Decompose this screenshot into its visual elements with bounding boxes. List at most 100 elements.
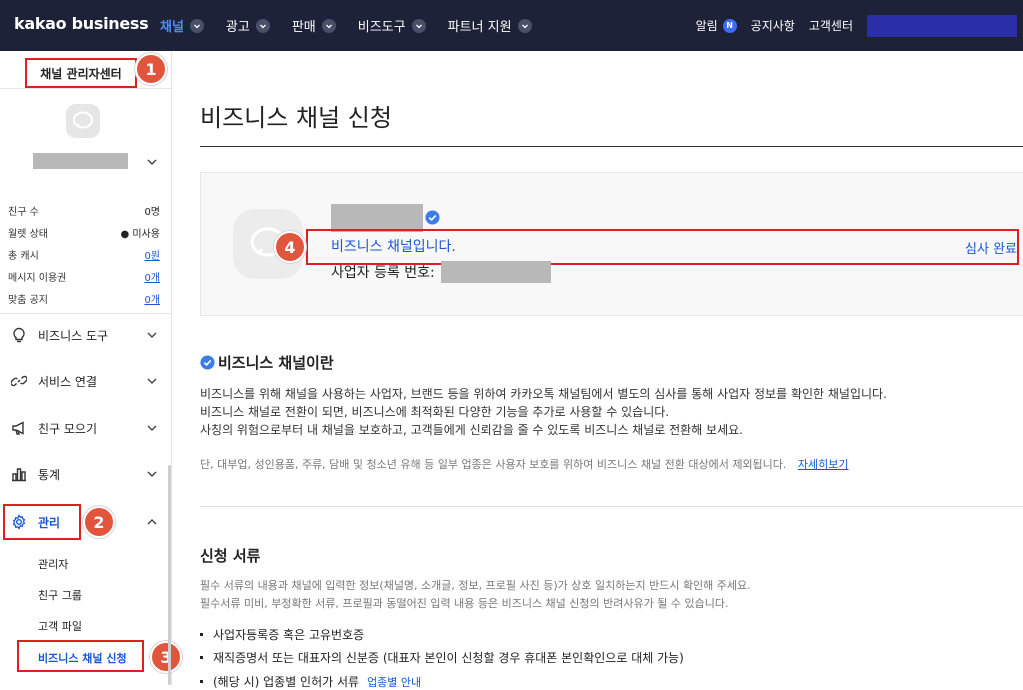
- nav-ads[interactable]: 광고: [226, 16, 270, 35]
- stat-value-link[interactable]: 0개: [144, 291, 160, 306]
- docs-section-title: 신청 서류: [200, 547, 261, 565]
- top-right-links: 알림 N 공지사항 고객센터: [696, 0, 1023, 51]
- section-divider: [200, 506, 1023, 507]
- chevron-down-icon: [321, 18, 336, 33]
- alerts-label: 알림: [695, 19, 718, 33]
- divider: [0, 88, 172, 89]
- stat-wallet: 월렛 상태 ● 미사용: [8, 225, 160, 240]
- stat-value-link[interactable]: 0원: [144, 247, 160, 262]
- chevron-down-icon: [189, 18, 204, 33]
- notice-link[interactable]: 공지사항: [751, 17, 795, 34]
- stat-message-vouchers: 메시지 이용권 0개: [8, 269, 160, 284]
- nav-biz-tools[interactable]: 비즈도구: [358, 16, 426, 35]
- doc-item: 재직증명서 또는 대표자의 신분증 (대표자 본인이 신청할 경우 휴대폰 본인…: [200, 649, 684, 666]
- menu-label: 비즈니스 도구: [38, 328, 109, 343]
- sidebar-scrollbar[interactable]: [168, 465, 171, 685]
- doc-item-text: 사업자등록증 혹은 고유번호증: [213, 628, 365, 642]
- submenu-customer-files[interactable]: 고객 파일: [38, 618, 82, 634]
- channel-name-redacted: [33, 153, 128, 169]
- stat-custom-notice: 맞춤 공지 0개: [8, 291, 160, 306]
- sidebar-title[interactable]: 채널 관리자센터: [25, 58, 137, 88]
- more-details-link[interactable]: 자세히보기: [798, 458, 849, 471]
- stat-value: ● 미사용: [120, 229, 160, 240]
- bullet-dot: [200, 680, 203, 683]
- callout-badge-4: 4: [274, 231, 306, 263]
- menu-service-connect[interactable]: 서비스 연결: [10, 369, 162, 393]
- divider: [0, 313, 172, 314]
- channel-name-redacted: [331, 204, 423, 232]
- verified-badge-icon: [425, 210, 440, 225]
- kakao-business-logo[interactable]: kakao business: [14, 14, 149, 33]
- doc-item: 사업자등록증 혹은 고유번호증: [200, 626, 364, 643]
- menu-label: 관리: [38, 515, 61, 530]
- page-title: 비즈니스 채널 신청: [200, 104, 392, 132]
- doc-item-text: 재직증명서 또는 대표자의 신분증 (대표자 본인이 신청할 경우 휴대폰 본인…: [213, 651, 684, 665]
- menu-label: 친구 모으기: [38, 421, 98, 436]
- section-title-text: 비즈니스 채널이란: [218, 354, 334, 372]
- alerts-badge: N: [722, 18, 737, 33]
- bullet-dot: [200, 656, 203, 659]
- nav-sales[interactable]: 판매: [292, 16, 336, 35]
- nav-label: 파트너 지원: [447, 20, 512, 35]
- stat-label: 친구 수: [8, 207, 39, 218]
- gear-icon: [10, 513, 28, 531]
- stat-label: 총 캐시: [8, 251, 39, 262]
- nav-label: 판매: [291, 20, 316, 35]
- bullet-dot: [200, 633, 203, 636]
- chevron-up-icon: [146, 516, 158, 531]
- alerts-link[interactable]: 알림 N: [696, 17, 737, 34]
- nav-channel[interactable]: 채널: [160, 16, 204, 35]
- about-line-1: 비즈니스를 위해 채널을 사용하는 사업자, 브랜드 등을 위하여 카카오톡 채…: [200, 387, 887, 401]
- chevron-down-icon: [411, 18, 426, 33]
- nav-partner-support[interactable]: 파트너 지원: [448, 16, 532, 35]
- main-nav: 채널 광고 판매 비즈도구 파트너 지원: [160, 0, 554, 51]
- submenu-admins[interactable]: 관리자: [38, 556, 68, 572]
- chevron-down-icon: [146, 422, 158, 437]
- bar-chart-icon: [10, 465, 28, 483]
- chevron-down-icon: [146, 468, 158, 483]
- sidebar: 채널 관리자센터 1 친구 수 0명 월렛 상태 ● 미사용 총 캐시 0원 메…: [0, 51, 182, 686]
- reg-number-redacted: [440, 261, 551, 283]
- nav-label: 비즈도구: [357, 20, 406, 35]
- support-link[interactable]: 고객센터: [809, 17, 853, 34]
- stat-cash: 총 캐시 0원: [8, 247, 160, 262]
- industry-guide-link[interactable]: 업종별 안내: [367, 674, 421, 690]
- review-status-text: 심사 완료: [965, 242, 1017, 257]
- about-line-3: 사칭의 위험으로부터 내 채널을 보호하고, 고객들에게 신뢰감을 줄 수 있도…: [200, 423, 743, 437]
- callout-badge-2: 2: [83, 506, 115, 538]
- submenu-friend-groups[interactable]: 친구 그룹: [38, 587, 82, 603]
- link-icon: [10, 372, 28, 390]
- account-menu-redacted[interactable]: [867, 14, 1017, 37]
- chevron-down-icon[interactable]: [146, 153, 158, 172]
- callout-badge-1: 1: [135, 53, 167, 85]
- stat-value-link[interactable]: 0개: [144, 269, 160, 284]
- docs-desc-2: 필수서류 미비, 부정확한 서류, 프로필과 동떨어진 입력 내용 등은 비즈니…: [200, 597, 729, 610]
- menu-gather-friends[interactable]: 친구 모으기: [10, 416, 162, 440]
- stat-value: 0명: [144, 207, 160, 218]
- stat-label: 맞춤 공지: [8, 295, 48, 306]
- about-line-2: 비즈니스 채널로 전환이 되면, 비즈니스에 최적화된 다양한 기능을 추가로 …: [200, 405, 670, 419]
- stat-label: 월렛 상태: [8, 229, 48, 240]
- stat-friends: 친구 수 0명: [8, 203, 160, 218]
- title-divider: [200, 146, 1023, 147]
- chevron-down-icon: [255, 18, 270, 33]
- channel-type-text: 비즈니스 채널입니다.: [331, 239, 456, 255]
- top-navigation-bar: kakao business 채널 광고 판매 비즈도구 파트너 지원 알림 N…: [0, 0, 1023, 51]
- note-text: 단, 대부업, 성인용품, 주류, 담배 및 청소년 유해 등 일부 업종은 사…: [200, 458, 787, 471]
- docs-desc-1: 필수 서류의 내용과 채널에 입력한 정보(채널명, 소개글, 정보, 프로필 …: [200, 579, 751, 592]
- megaphone-icon: [10, 419, 28, 437]
- verified-badge-icon: [200, 355, 215, 370]
- menu-business-tools[interactable]: 비즈니스 도구: [10, 323, 162, 347]
- menu-label: 통계: [38, 467, 61, 482]
- chevron-down-icon: [517, 18, 532, 33]
- submenu-business-channel-apply[interactable]: 비즈니스 채널 신청: [38, 650, 127, 666]
- callout-badge-3: 3: [150, 641, 182, 673]
- menu-label: 서비스 연결: [38, 374, 98, 389]
- about-note: 단, 대부업, 성인용품, 주류, 담배 및 청소년 유해 등 일부 업종은 사…: [200, 456, 849, 472]
- chevron-down-icon: [146, 375, 158, 390]
- channel-profile-icon: [66, 104, 100, 138]
- menu-statistics[interactable]: 통계: [10, 462, 162, 486]
- stat-label: 메시지 이용권: [8, 273, 67, 284]
- doc-item: (해당 시) 업종별 인허가 서류 업종별 안내: [200, 673, 421, 690]
- about-section-title: 비즈니스 채널이란: [200, 352, 334, 373]
